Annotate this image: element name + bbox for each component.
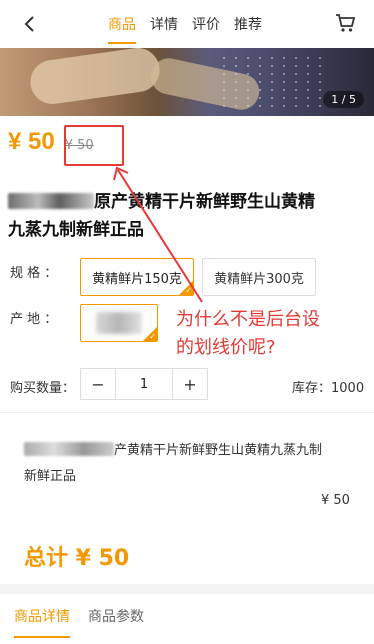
decrease-button[interactable]: −: [81, 369, 115, 399]
chevron-left-icon[interactable]: [20, 12, 40, 36]
product-title: 原产黄精干片新鲜野生山黄精 九蒸九制新鲜正品: [8, 188, 366, 244]
increase-button[interactable]: +: [173, 369, 207, 399]
divider: [0, 412, 374, 413]
product-title-line1: 原产黄精干片新鲜野生山黄精: [94, 192, 315, 212]
annotation-line1: 为什么不是后台设: [176, 309, 320, 330]
tab-recommend[interactable]: 推荐: [234, 14, 262, 34]
product-photo-pattern: [218, 54, 328, 112]
product-title-line2: 九蒸九制新鲜正品: [8, 220, 144, 240]
annotation-note: 为什么不是后台设 的划线价呢?: [176, 306, 320, 362]
redacted-text: [24, 442, 114, 456]
product-image-carousel[interactable]: 1 / 5: [0, 48, 374, 116]
quantity-label: 购买数量：: [10, 381, 76, 396]
tab-reviews[interactable]: 评价: [192, 14, 220, 34]
check-icon: ✓: [149, 332, 156, 341]
origin-option[interactable]: ✓: [80, 304, 158, 342]
annotation-line2: 的划线价呢?: [176, 337, 276, 358]
spec-label: 规 格 ：: [10, 266, 58, 281]
tab-product-details[interactable]: 商品详情: [14, 606, 70, 638]
quantity-value[interactable]: 1: [115, 369, 173, 399]
section-separator: [0, 584, 374, 594]
spec-option-300g[interactable]: 黄精鲜片300克: [202, 258, 316, 296]
check-icon: ✓: [185, 286, 192, 295]
summary-product-name: 产黄精干片新鲜野生山黄精九蒸九制 新鲜正品: [24, 438, 364, 490]
tab-goods[interactable]: 商品: [108, 14, 136, 44]
quantity-stepper: − 1 +: [80, 368, 208, 400]
total-price: 总计 ¥ 50: [24, 546, 130, 571]
redacted-text: [96, 312, 142, 334]
tab-details[interactable]: 详情: [150, 14, 178, 34]
spec-option-150g[interactable]: 黄精鲜片150克 ✓: [80, 258, 194, 296]
redacted-text: [8, 193, 94, 209]
cart-icon[interactable]: [334, 12, 356, 34]
summary-line2: 新鲜正品: [24, 469, 77, 484]
product-photo-slice: [27, 48, 163, 107]
summary-line1: 产黄精干片新鲜野生山黄精九蒸九制: [114, 443, 323, 458]
spec-option-label: 黄精鲜片150克: [92, 271, 182, 287]
spec-option-label: 黄精鲜片300克: [214, 271, 304, 287]
stock-count: 库存：1000: [292, 381, 365, 396]
origin-label: 产 地 ：: [10, 312, 58, 327]
detail-tabs: 商品 详情 评价 推荐: [108, 14, 262, 44]
summary-price: ¥ 50: [321, 493, 350, 508]
annotation-highlight-box: [64, 125, 124, 166]
top-nav-bar: 商品 详情 评价 推荐: [0, 0, 374, 48]
tab-product-params[interactable]: 商品参数: [88, 606, 144, 626]
bottom-tabs: 商品详情 商品参数: [14, 606, 144, 638]
current-price: ¥ 50: [8, 128, 55, 155]
carousel-pager: 1 / 5: [323, 91, 364, 108]
